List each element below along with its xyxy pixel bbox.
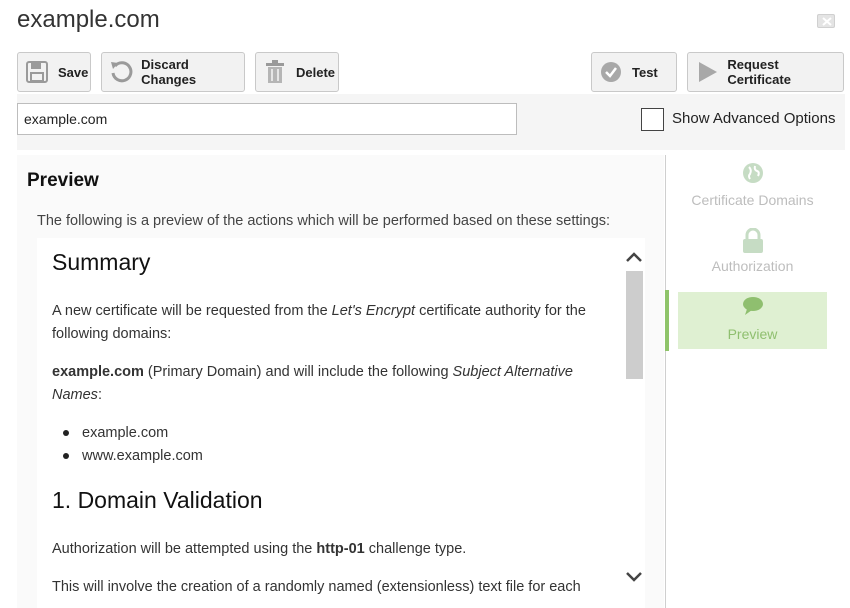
sidebar-item-label: Authorization xyxy=(711,258,794,274)
test-button[interactable]: Test xyxy=(591,52,677,92)
scrollbar-thumb[interactable] xyxy=(626,271,643,379)
validation-paragraph: Authorization will be attempted using th… xyxy=(52,538,612,561)
domains-text: (Primary Domain) and will include the fo… xyxy=(143,364,453,380)
challenge-type: http-01 xyxy=(316,541,365,557)
sidebar-item-certificate-domains[interactable]: Certificate Domains xyxy=(678,162,827,208)
scroll-up-button[interactable] xyxy=(624,247,644,267)
preview-document: Summary A new certificate will be reques… xyxy=(37,238,645,608)
domain-validation-section: 1. Domain Validation xyxy=(52,489,612,512)
play-icon xyxy=(694,59,719,85)
panel-title: Preview xyxy=(27,170,99,191)
discard-changes-button[interactable]: Discard Changes xyxy=(101,52,245,92)
show-advanced-checkbox[interactable] xyxy=(641,108,664,131)
domain-list: example.com www.example.com xyxy=(52,422,612,468)
validation-detail-paragraph: This will involve the creation of a rand… xyxy=(52,579,581,595)
globe-icon xyxy=(678,162,827,186)
sidebar-item-authorization[interactable]: Authorization xyxy=(678,228,827,274)
validation-text-1: Authorization will be attempted using th… xyxy=(52,541,317,557)
summary-paragraph: A new certificate will be requested from… xyxy=(52,300,612,346)
ca-name: Let's Encrypt xyxy=(331,303,416,319)
domain-validation-heading: 1. Domain Validation xyxy=(52,487,263,513)
check-circle-icon xyxy=(598,59,624,85)
delete-label: Delete xyxy=(296,64,336,80)
summary-section: Summary xyxy=(52,251,612,274)
sidebar-item-preview[interactable]: Preview xyxy=(678,292,827,349)
close-button[interactable] xyxy=(817,14,835,28)
sidebar-item-label: Preview xyxy=(727,326,778,342)
summary-text-1: A new certificate will be requested from… xyxy=(52,303,332,319)
sidebar xyxy=(666,155,834,608)
chevron-down-icon xyxy=(626,572,642,582)
delete-button[interactable]: Delete xyxy=(255,52,339,92)
request-certificate-button[interactable]: Request Certificate xyxy=(687,52,844,92)
save-button[interactable]: Save xyxy=(17,52,91,92)
validation-text-2: challenge type. xyxy=(364,541,467,557)
summary-heading: Summary xyxy=(52,249,151,275)
test-label: Test xyxy=(632,64,658,80)
discard-label: Discard Changes xyxy=(141,57,197,87)
domains-colon: : xyxy=(97,387,102,403)
save-label: Save xyxy=(58,64,89,80)
speech-bubble-icon xyxy=(678,296,827,320)
window-title: example.com xyxy=(17,6,160,33)
undo-icon xyxy=(108,59,133,85)
panel-subtitle: The following is a preview of the action… xyxy=(37,213,611,229)
list-item: www.example.com xyxy=(52,445,612,468)
certificate-name-input[interactable] xyxy=(17,103,517,135)
request-label: Request Certificate xyxy=(727,57,791,87)
save-icon xyxy=(24,59,50,85)
lock-icon xyxy=(678,228,827,253)
list-item: example.com xyxy=(52,422,612,445)
sidebar-item-label: Certificate Domains xyxy=(691,192,814,208)
primary-domain: example.com xyxy=(52,364,144,380)
active-nav-indicator xyxy=(665,290,669,351)
domains-paragraph: example.com (Primary Domain) and will in… xyxy=(52,361,612,407)
show-advanced-label[interactable]: Show Advanced Options xyxy=(672,110,835,127)
scroll-down-button[interactable] xyxy=(624,567,644,587)
trash-icon xyxy=(262,59,288,85)
chevron-up-icon xyxy=(626,252,642,262)
close-icon xyxy=(822,17,832,26)
